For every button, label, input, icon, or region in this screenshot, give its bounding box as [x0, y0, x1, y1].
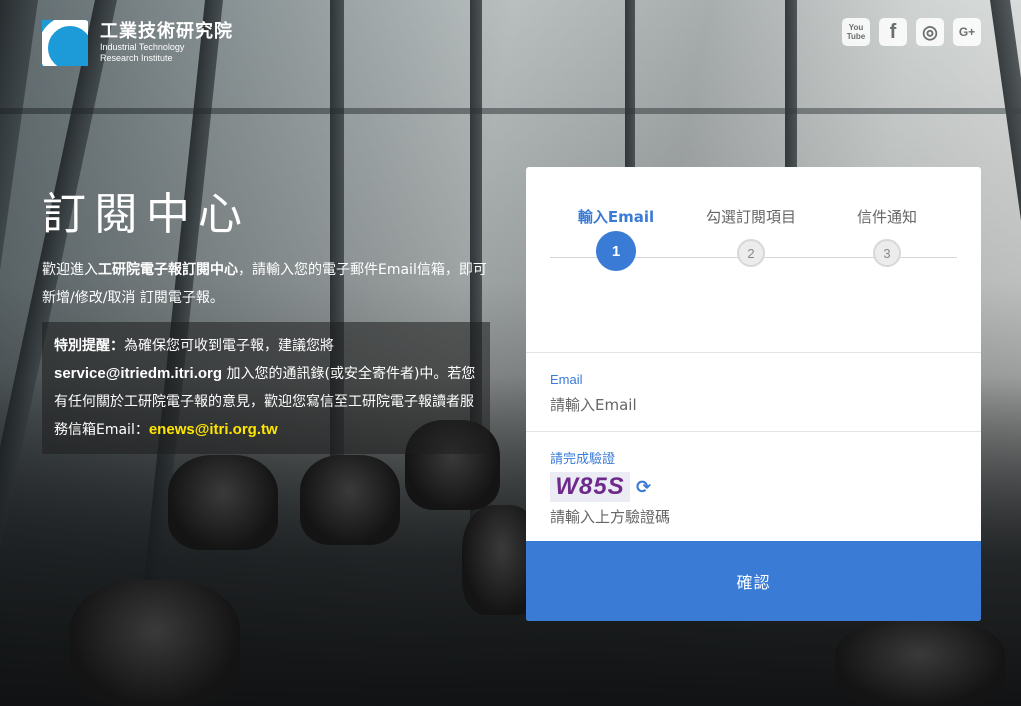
intro-pre: 歡迎進入 [42, 262, 98, 278]
itri-logo[interactable]: 工業技術研究院 Industrial Technology Research I… [42, 20, 233, 66]
intro-bold: 工研院電子報訂閱中心 [98, 262, 238, 278]
captcha-field-group: 請完成驗證 W85S ⟳ [526, 432, 981, 541]
brand-name-en-1: Industrial Technology [100, 42, 185, 52]
step-1-number: 1 [596, 231, 636, 271]
instagram-icon[interactable]: ◎ [916, 18, 944, 46]
notice-box: 特別提醒：為確保您可收到電子報，建議您將 service@itriedm.itr… [42, 322, 490, 454]
intro-text: 歡迎進入工研院電子報訂閱中心，請輸入您的電子郵件Email信箱，即可 新增/修改… [42, 256, 492, 312]
step-3: 信件通知 3 [817, 207, 957, 267]
notice-text-1: 為確保您可收到電子報，建議您將 [124, 338, 334, 354]
submit-button[interactable]: 確認 [526, 541, 981, 621]
email-field-group: Email [526, 353, 981, 432]
captcha-image: W85S [550, 472, 630, 502]
subscription-form-card: 輸入Email 1 勾選訂閱項目 2 信件通知 3 Email 請完成驗證 W8… [526, 167, 981, 621]
step-2-label: 勾選訂閱項目 [705, 208, 796, 226]
itri-logo-mark [42, 20, 88, 66]
step-3-number: 3 [873, 239, 901, 267]
captcha-label: 請完成驗證 [550, 451, 616, 466]
step-1-label: 輸入Email [577, 208, 655, 226]
step-1: 輸入Email 1 [546, 207, 686, 271]
email-label: Email [550, 372, 583, 387]
google-plus-icon[interactable]: G+ [953, 18, 981, 46]
page-title: 訂閱中心 [42, 189, 250, 240]
email-input[interactable] [550, 396, 957, 414]
progress-steps: 輸入Email 1 勾選訂閱項目 2 信件通知 3 [526, 167, 981, 353]
step-2: 勾選訂閱項目 2 [681, 207, 821, 267]
facebook-icon[interactable]: f [879, 18, 907, 46]
youtube-icon[interactable]: You Tube [842, 18, 870, 46]
step-2-number: 2 [737, 239, 765, 267]
social-links: You Tube f ◎ G+ [842, 18, 981, 46]
notice-service-email: service@itriedm.itri.org [54, 365, 223, 382]
brand-name-cn: 工業技術研究院 [100, 21, 233, 42]
notice-label: 特別提醒： [54, 338, 124, 354]
step-3-label: 信件通知 [856, 208, 917, 226]
notice-contact-email[interactable]: enews@itri.org.tw [149, 421, 278, 438]
captcha-input[interactable] [550, 508, 957, 526]
refresh-icon[interactable]: ⟳ [636, 477, 651, 498]
brand-name-en-2: Research Institute [100, 53, 173, 63]
